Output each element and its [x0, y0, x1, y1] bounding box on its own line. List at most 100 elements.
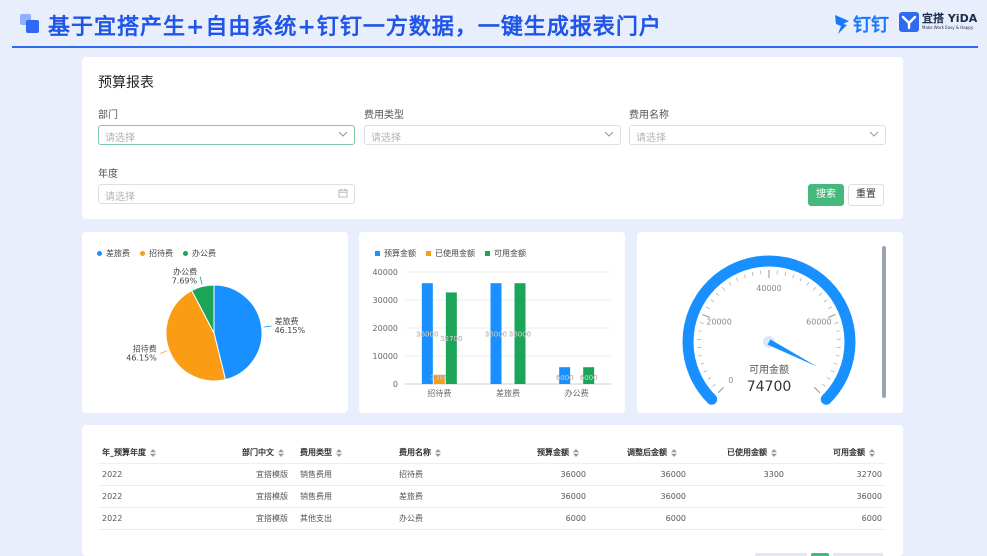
- gauge-tick: [728, 281, 732, 286]
- y-tick-label: 10000: [373, 352, 398, 361]
- column-header-label: 可用金额: [833, 448, 865, 457]
- column-header[interactable]: 年_预算年度: [102, 443, 156, 463]
- column-header[interactable]: 费用名称: [399, 443, 441, 463]
- table-cell: 36000: [660, 470, 686, 479]
- sort-icon: [671, 448, 677, 457]
- expense-type-placeholder: 请选择: [371, 133, 401, 144]
- gauge-tick: [743, 274, 746, 279]
- column-header[interactable]: 部门中文: [242, 443, 284, 463]
- gauge-tick: [703, 370, 708, 373]
- bar-value-label: 36000: [416, 331, 438, 339]
- column-header-label: 预算金额: [537, 448, 569, 457]
- gauge-tick: [799, 277, 802, 282]
- sort-icon: [336, 448, 342, 457]
- chevron-down-icon: [338, 131, 348, 137]
- table-row[interactable]: 2022 宜搭模版 销售费用 招待费 36000 36000 3300 3270…: [98, 464, 886, 486]
- expense-type-select[interactable]: 请选择: [364, 125, 621, 145]
- table-cell: 36000: [560, 470, 586, 479]
- yida-logo-icon: [899, 12, 919, 32]
- sort-icon: [771, 448, 777, 457]
- column-header[interactable]: 可用金额: [833, 443, 875, 463]
- gauge-tick: [712, 383, 716, 387]
- header-banner: 基于宜搭产生+自由系统+钉钉一方数据，一键生成报表门户 钉钉 宜搭 YiDA M…: [0, 0, 987, 48]
- gauge-tick: [715, 292, 720, 297]
- table-cell: 销售费用: [300, 470, 332, 479]
- bar-value-label: 36000: [485, 331, 507, 339]
- table-cell: 6000: [665, 514, 686, 523]
- table-row[interactable]: 2022 宜搭模版 其他支出 办公费 6000 6000 6000: [98, 508, 886, 530]
- column-header[interactable]: 已使用金额: [727, 443, 777, 463]
- gauge-tick-label: 60000: [806, 317, 831, 326]
- x-tick-label: 差旅费: [496, 388, 520, 398]
- gauge-tick: [706, 306, 710, 310]
- table-cell: 招待费: [399, 470, 423, 479]
- pie-label-line: [159, 350, 168, 354]
- table-cell: 6000: [861, 514, 882, 523]
- yida-logo-name: 宜搭 YiDA: [922, 12, 978, 25]
- bar-chart: 0 10000 20000 30000 40000 招待费 36000 3300 32700 差旅…: [373, 268, 611, 398]
- sort-icon: [435, 448, 441, 457]
- column-header[interactable]: 预算金额: [537, 443, 579, 463]
- expense-name-select[interactable]: 请选择: [629, 125, 886, 145]
- gauge-tick-label: 40000: [756, 284, 781, 293]
- bar-value-label: 36000: [509, 331, 531, 339]
- sort-icon: [150, 448, 156, 457]
- column-header-label: 费用名称: [399, 448, 431, 457]
- department-select[interactable]: 请选择: [98, 125, 355, 145]
- bar-value-label: 6000: [556, 374, 574, 382]
- search-button[interactable]: 搜索: [808, 184, 844, 206]
- gauge-tick: [834, 322, 839, 324]
- filter-panel: 预算报表 部门 请选择 费用类型 请选择 费用名称 请选择 年度 请选择 搜索 …: [82, 57, 903, 219]
- column-header[interactable]: 调整后金额: [627, 443, 677, 463]
- year-picker[interactable]: 请选择: [98, 184, 355, 204]
- calendar-icon: [338, 189, 348, 198]
- gauge-tick: [826, 377, 831, 380]
- gauge-tick: [710, 299, 715, 303]
- gauge-tick: [699, 322, 704, 324]
- sort-icon: [573, 448, 579, 457]
- reset-button[interactable]: 重置: [848, 184, 884, 206]
- gauge-tick: [836, 330, 841, 332]
- gauge-tick-label: 0: [728, 376, 733, 385]
- gauge-title: 可用金额: [749, 363, 789, 376]
- gauge-chart: 0 20000 40000 60000 可用金额 74700: [682, 255, 856, 405]
- y-tick-label: 40000: [373, 268, 398, 277]
- gauge-tick: [822, 383, 826, 387]
- pie-slice-percent: 46.15%: [126, 354, 157, 363]
- dingtalk-logo: 钉钉: [834, 12, 889, 36]
- expense-name-label: 费用名称: [629, 110, 669, 121]
- table-cell: 办公费: [399, 514, 423, 523]
- data-table-panel: 年_预算年度 部门中文 费用类型 费用名称 预算金额 调整后金额 已使用金额 可…: [82, 425, 903, 556]
- column-header-label: 年_预算年度: [102, 448, 146, 457]
- bar-value-label: 32700: [440, 335, 462, 343]
- pie-slice-name: 办公费: [173, 267, 197, 277]
- table-cell: [758, 486, 784, 507]
- bar-value-label: 3300: [430, 374, 448, 382]
- chevron-down-icon: [604, 131, 614, 137]
- column-header[interactable]: 费用类型: [300, 443, 342, 463]
- gauge-tick: [722, 287, 726, 291]
- gauge-tick: [806, 281, 810, 286]
- report-title: 预算报表: [98, 75, 154, 91]
- dingtalk-logo-text: 钉钉: [853, 15, 889, 36]
- chevron-down-icon: [869, 131, 879, 137]
- gauge-needle: [767, 339, 818, 367]
- table-row[interactable]: 2022 宜搭模版 销售费用 差旅费 36000 36000 36000: [98, 486, 886, 508]
- table-cell: [758, 508, 784, 529]
- table-cell: 32700: [856, 470, 882, 479]
- gauge-tick: [835, 354, 840, 357]
- bar-chart-panel: 预算金额 已使用金额 可用金额 0 10000 20000 30000 40000 招待费…: [359, 232, 625, 413]
- column-header-label: 已使用金额: [727, 448, 767, 457]
- gauge-tick: [697, 330, 702, 332]
- y-tick-label: 0: [393, 380, 398, 389]
- expense-name-placeholder: 请选择: [636, 133, 666, 144]
- scrollbar[interactable]: [882, 246, 886, 398]
- gauge-tick: [823, 299, 828, 303]
- table-cell: 宜搭模版: [256, 514, 288, 523]
- table-cell: 3300: [763, 470, 784, 479]
- yida-logo-slogan: Make Work Easy & Happy: [922, 25, 974, 30]
- gauge-tick-label: 20000: [706, 317, 731, 326]
- department-label: 部门: [98, 110, 118, 121]
- pie-label-line: [199, 276, 203, 285]
- pie-slice-percent: 7.69%: [172, 277, 198, 286]
